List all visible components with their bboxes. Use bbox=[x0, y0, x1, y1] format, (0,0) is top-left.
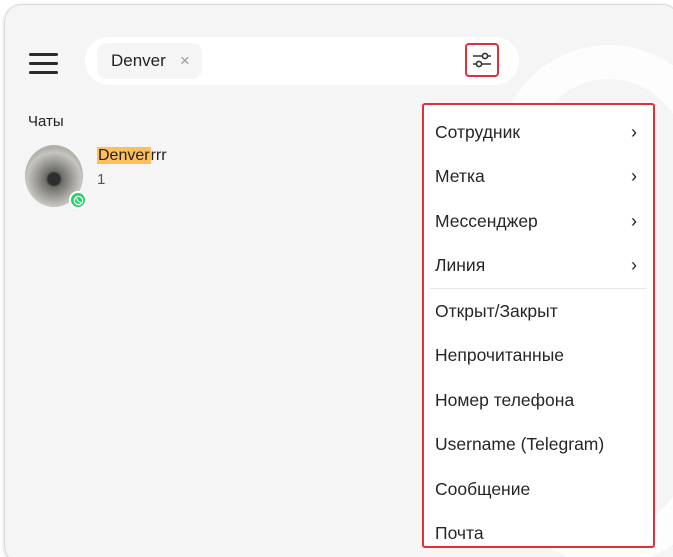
app-window: Denver × Чаты Denverrrr 1 Сотрудник › Ме… bbox=[4, 4, 673, 557]
search-chip-label: Denver bbox=[111, 51, 166, 70]
whatsapp-icon bbox=[69, 191, 87, 209]
menu-item-phone-number[interactable]: Номер телефона bbox=[424, 378, 653, 423]
menu-item-messenger[interactable]: Мессенджер › bbox=[424, 199, 653, 244]
chat-name: Denverrrr bbox=[97, 147, 167, 165]
chevron-right-icon: › bbox=[631, 210, 637, 231]
chat-name-highlight: Denver bbox=[97, 147, 151, 164]
menu-item-label: Линия bbox=[435, 255, 486, 276]
menu-item-message[interactable]: Сообщение bbox=[424, 467, 653, 512]
menu-item-label: Мессенджер bbox=[435, 210, 538, 231]
menu-item-tag[interactable]: Метка › bbox=[424, 155, 653, 200]
menu-item-label: Непрочитанные bbox=[435, 345, 565, 366]
search-chip[interactable]: Denver × bbox=[97, 43, 202, 79]
menu-item-label: Почта bbox=[435, 523, 484, 544]
chevron-right-icon: › bbox=[631, 121, 637, 142]
hamburger-icon bbox=[28, 52, 58, 56]
menu-item-email[interactable]: Почта bbox=[424, 512, 653, 557]
menu-item-label: Метка bbox=[435, 166, 485, 187]
sliders-icon bbox=[473, 52, 491, 68]
filter-button[interactable] bbox=[465, 43, 499, 77]
menu-item-unread[interactable]: Непрочитанные bbox=[424, 334, 653, 379]
chat-list-item[interactable]: Denverrrr 1 bbox=[25, 145, 405, 215]
chat-last-message: 1 bbox=[97, 171, 106, 188]
menu-item-label: Сотрудник bbox=[435, 121, 521, 142]
menu-item-line[interactable]: Линия › bbox=[424, 244, 653, 289]
menu-item-label: Username (Telegram) bbox=[435, 434, 605, 455]
chevron-right-icon: › bbox=[631, 166, 637, 187]
menu-button[interactable] bbox=[23, 43, 63, 83]
menu-item-open-closed[interactable]: Открыт/Закрыт bbox=[424, 289, 653, 334]
menu-item-telegram-username[interactable]: Username (Telegram) bbox=[424, 423, 653, 468]
chat-name-rest: rrr bbox=[150, 147, 167, 164]
menu-item-label: Сообщение bbox=[435, 478, 531, 499]
menu-item-label: Номер телефона bbox=[435, 389, 575, 410]
close-icon[interactable]: × bbox=[180, 51, 190, 71]
menu-item-employee[interactable]: Сотрудник › bbox=[424, 110, 653, 155]
search-bar[interactable]: Denver × bbox=[85, 37, 519, 85]
filter-dropdown-menu: Сотрудник › Метка › Мессенджер › Линия ›… bbox=[422, 103, 655, 548]
chevron-right-icon: › bbox=[631, 255, 637, 276]
menu-item-label: Открыт/Закрыт bbox=[435, 300, 558, 321]
chats-section-title: Чаты bbox=[28, 113, 64, 130]
